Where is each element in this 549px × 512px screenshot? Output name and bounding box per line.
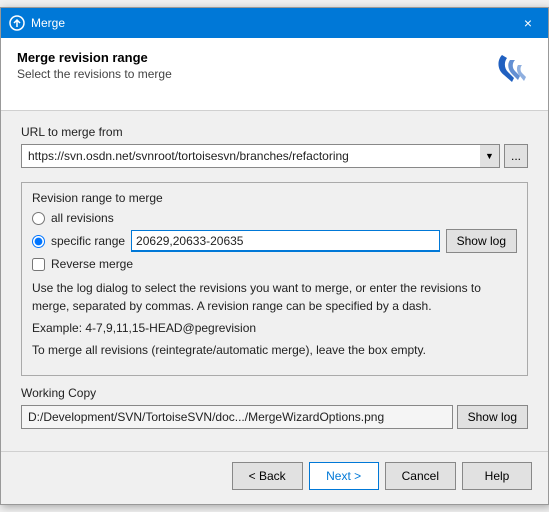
merge-dialog: Merge × Merge revision range Select the …: [0, 7, 549, 505]
specific-range-label: specific range: [51, 234, 125, 248]
url-browse-button[interactable]: ...: [504, 144, 528, 168]
svn-logo-icon: [492, 50, 532, 98]
wizard-subtitle: Select the revisions to merge: [17, 67, 172, 81]
working-copy-label: Working Copy: [21, 386, 528, 400]
wizard-header: Merge revision range Select the revision…: [1, 38, 548, 111]
dialog-footer: < Back Next > Cancel Help: [1, 451, 548, 504]
app-icon: [9, 15, 25, 31]
reverse-merge-label: Reverse merge: [51, 257, 133, 271]
revision-group: Revision range to merge all revisions sp…: [21, 182, 528, 376]
all-revisions-label: all revisions: [51, 211, 114, 225]
close-button[interactable]: ×: [516, 14, 540, 32]
auto-merge-text: To merge all revisions (reintegrate/auto…: [32, 341, 517, 359]
title-bar: Merge ×: [1, 8, 548, 38]
all-revisions-row: all revisions: [32, 211, 517, 225]
wizard-header-text: Merge revision range Select the revision…: [17, 50, 172, 81]
specific-range-radio[interactable]: [32, 235, 45, 248]
example-text: Example: 4-7,9,11,15-HEAD@pegrevision: [32, 321, 517, 335]
working-copy-section: Working Copy Show log: [21, 386, 528, 429]
wc-show-log-button[interactable]: Show log: [457, 405, 528, 429]
specific-range-row: specific range Show log: [32, 229, 517, 253]
help-button[interactable]: Help: [462, 462, 532, 490]
range-input[interactable]: [131, 230, 440, 252]
working-copy-row: Show log: [21, 405, 528, 429]
url-dropdown-button[interactable]: ▼: [480, 144, 500, 168]
url-input-wrapper: ▼: [21, 144, 500, 168]
url-row: ▼ ...: [21, 144, 528, 168]
title-bar-left: Merge: [9, 15, 65, 31]
help-text: Use the log dialog to select the revisio…: [32, 279, 517, 315]
back-button[interactable]: < Back: [232, 462, 303, 490]
reverse-merge-row: Reverse merge: [32, 257, 517, 271]
cancel-button[interactable]: Cancel: [385, 462, 456, 490]
url-input[interactable]: [21, 144, 500, 168]
reverse-merge-checkbox[interactable]: [32, 258, 45, 271]
dialog-content: URL to merge from ▼ ... Revision range t…: [1, 111, 548, 443]
all-revisions-radio[interactable]: [32, 212, 45, 225]
revision-group-label: Revision range to merge: [32, 191, 517, 205]
url-label: URL to merge from: [21, 125, 528, 139]
wizard-title: Merge revision range: [17, 50, 172, 65]
next-button[interactable]: Next >: [309, 462, 379, 490]
range-show-log-button[interactable]: Show log: [446, 229, 517, 253]
window-title: Merge: [31, 16, 65, 30]
working-copy-input[interactable]: [21, 405, 453, 429]
